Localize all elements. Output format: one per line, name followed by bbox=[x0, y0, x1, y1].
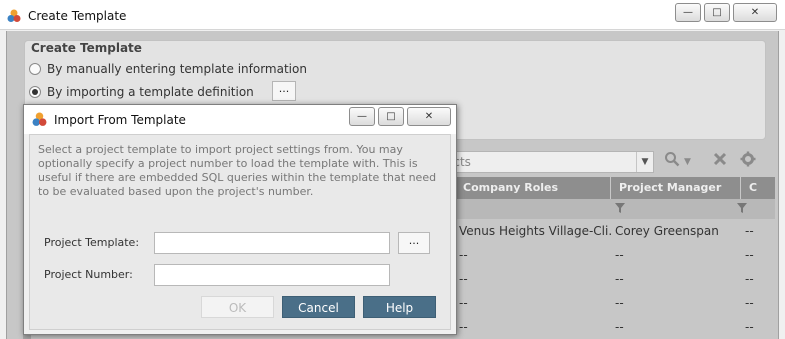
close-icon: ✕ bbox=[750, 7, 760, 18]
app-icon bbox=[32, 112, 47, 126]
cell-project-manager: -- bbox=[615, 272, 624, 286]
dialog-window-controls: — □ ✕ bbox=[349, 107, 451, 126]
minimize-icon: — bbox=[683, 7, 693, 18]
dialog-description: Select a project template to import proj… bbox=[38, 143, 437, 198]
funnel-icon[interactable] bbox=[737, 203, 747, 213]
cell-company-roles: -- bbox=[459, 296, 468, 310]
group-title: Create Template bbox=[31, 41, 142, 55]
maximize-icon: □ bbox=[386, 111, 396, 122]
cell-next: -- bbox=[745, 224, 754, 238]
project-number-input[interactable] bbox=[154, 264, 390, 286]
cancel-button[interactable]: Cancel bbox=[282, 296, 355, 318]
radio-import-indicator[interactable] bbox=[29, 86, 41, 98]
cell-project-manager: Corey Greenspan bbox=[615, 224, 719, 238]
column-header-next[interactable]: C bbox=[741, 177, 775, 199]
import-from-template-dialog: Import From Template — □ ✕ Select a proj… bbox=[23, 104, 457, 335]
table-row[interactable]: -- -- -- bbox=[455, 267, 775, 291]
table-row[interactable]: Venus Heights Village-Cli... Corey Green… bbox=[455, 219, 775, 243]
cell-company-roles: -- bbox=[459, 320, 468, 334]
gear-icon[interactable] bbox=[740, 151, 756, 171]
maximize-button[interactable]: □ bbox=[704, 3, 730, 22]
grid-header: Company Roles Project Manager C bbox=[455, 177, 775, 199]
search-options-arrow-icon[interactable]: ▼ bbox=[684, 157, 691, 167]
table-row[interactable]: -- -- -- bbox=[455, 243, 775, 267]
dialog-close-button[interactable]: ✕ bbox=[407, 107, 451, 126]
cell-next: -- bbox=[745, 320, 754, 334]
cell-company-roles: -- bbox=[459, 248, 468, 262]
dialog-maximize-button[interactable]: □ bbox=[378, 107, 404, 126]
table-row[interactable]: -- -- -- bbox=[455, 315, 775, 339]
import-browse-button[interactable]: ... bbox=[272, 81, 296, 101]
cell-next: -- bbox=[745, 248, 754, 262]
dialog-title: Import From Template bbox=[54, 113, 186, 127]
project-template-label: Project Template: bbox=[44, 236, 140, 249]
cell-next: -- bbox=[745, 296, 754, 310]
minimize-icon: — bbox=[357, 111, 367, 122]
column-header-company-roles[interactable]: Company Roles bbox=[455, 177, 611, 199]
radio-import[interactable]: By importing a template definition bbox=[29, 85, 254, 99]
column-header-project-manager[interactable]: Project Manager bbox=[611, 177, 741, 199]
dialog-minimize-button[interactable]: — bbox=[349, 107, 375, 126]
cell-next: -- bbox=[745, 272, 754, 286]
dialog-title-bar: Import From Template — □ ✕ bbox=[24, 105, 456, 134]
radio-import-label: By importing a template definition bbox=[47, 85, 254, 99]
dialog-body: Select a project template to import proj… bbox=[29, 134, 451, 330]
project-template-browse-button[interactable]: ... bbox=[398, 232, 430, 254]
maximize-icon: □ bbox=[712, 7, 722, 18]
radio-manual-label: By manually entering template informatio… bbox=[47, 62, 307, 76]
table-row[interactable]: -- -- -- bbox=[455, 291, 775, 315]
ok-button[interactable]: OK bbox=[201, 296, 274, 318]
window-controls: — □ ✕ bbox=[675, 3, 777, 22]
close-icon: ✕ bbox=[424, 111, 434, 122]
radio-manual-indicator[interactable] bbox=[29, 63, 41, 75]
cell-project-manager: -- bbox=[615, 320, 624, 334]
project-search-combo[interactable]: ects ▼ bbox=[442, 151, 654, 173]
clear-icon[interactable] bbox=[713, 151, 727, 170]
project-template-input[interactable] bbox=[154, 232, 390, 254]
cell-project-manager: -- bbox=[615, 248, 624, 262]
dropdown-arrow-icon[interactable]: ▼ bbox=[636, 152, 653, 172]
radio-manual[interactable]: By manually entering template informatio… bbox=[29, 62, 307, 76]
funnel-icon[interactable] bbox=[615, 203, 625, 213]
main-title-bar: Create Template — □ ✕ bbox=[0, 0, 785, 30]
window-title: Create Template bbox=[28, 9, 127, 23]
help-button[interactable]: Help bbox=[363, 296, 436, 318]
grid-rows: Venus Heights Village-Cli... Corey Green… bbox=[455, 219, 775, 339]
cell-project-manager: -- bbox=[615, 296, 624, 310]
cell-company-roles: -- bbox=[459, 272, 468, 286]
search-icon[interactable] bbox=[664, 151, 680, 171]
project-number-label: Project Number: bbox=[44, 268, 133, 281]
cell-company-roles: Venus Heights Village-Cli... bbox=[459, 224, 611, 238]
app-icon bbox=[7, 9, 21, 22]
grid-filter-row bbox=[455, 199, 775, 219]
close-button[interactable]: ✕ bbox=[733, 3, 777, 22]
minimize-button[interactable]: — bbox=[675, 3, 701, 22]
